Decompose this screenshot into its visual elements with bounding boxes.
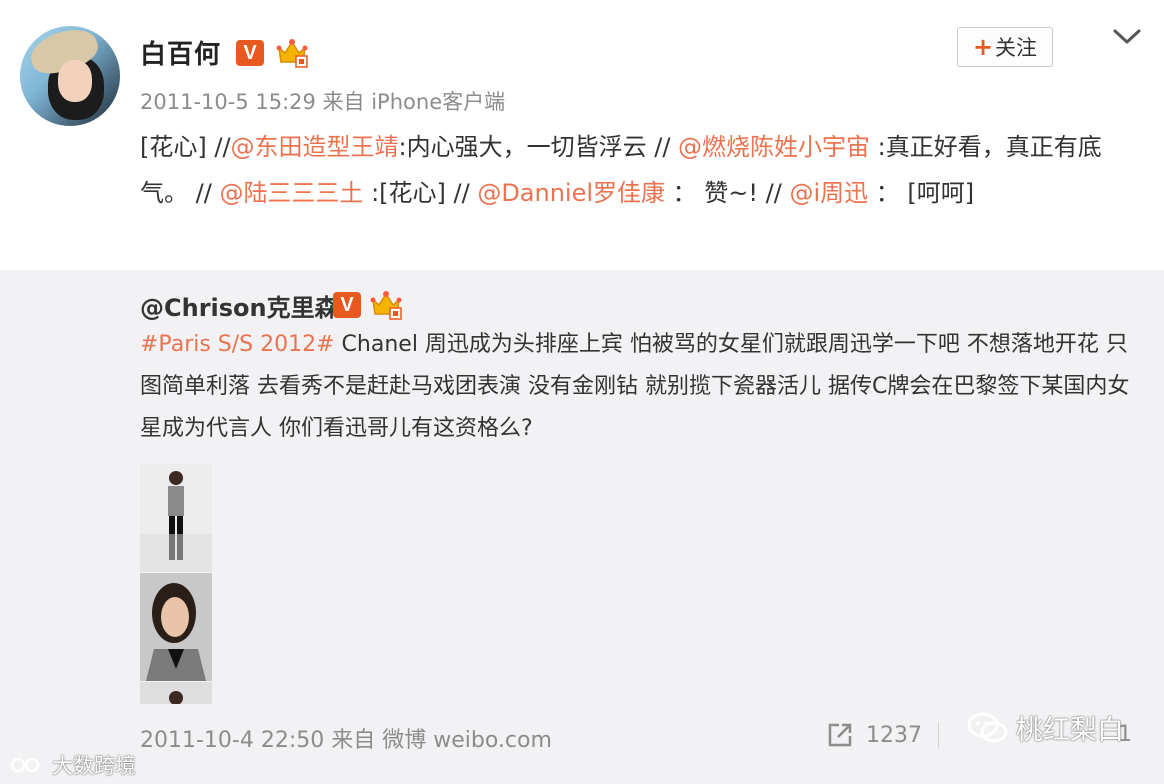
post-text-segment: [花心] // <box>140 133 231 161</box>
post-text-segment: :[花心] // <box>363 179 478 207</box>
post-text-segment: ： [呵呵] <box>868 179 975 207</box>
post-text: [花心] //@东田造型王靖:内心强大，一切皆浮云 // @燃烧陈姓小宇宙 :真… <box>140 124 1140 216</box>
hashtag-link[interactable]: #Paris S/S 2012# <box>140 332 335 357</box>
photo-thumbnail[interactable] <box>140 464 212 572</box>
share-count: 1237 <box>866 722 922 748</box>
plus-icon: + <box>972 33 994 61</box>
v-badge-icon: V <box>333 292 361 318</box>
bottom-watermark: 大数跨境 <box>10 750 136 780</box>
logo-icon <box>10 757 40 773</box>
avatar[interactable] <box>20 26 120 126</box>
mention-link[interactable]: @i周迅 <box>789 179 868 207</box>
share-icon <box>828 723 852 747</box>
wechat-icon <box>967 712 1008 742</box>
post-text-segment: ： 赞~! // <box>665 179 790 207</box>
v-badge-icon: V <box>236 40 264 66</box>
photo-thumbnail[interactable] <box>140 682 212 704</box>
author-name[interactable]: 白百何 <box>140 34 221 71</box>
crown-icon <box>370 291 402 320</box>
post-text-segment: :内心强大，一切皆浮云 // <box>398 133 679 161</box>
divider <box>938 722 939 748</box>
chevron-down-icon[interactable] <box>1112 26 1142 48</box>
post-meta[interactable]: 2011-10-5 15:29 来自 iPhone客户端 <box>140 86 505 116</box>
mention-link[interactable]: @Danniel罗佳康 <box>477 179 665 207</box>
repost-author[interactable]: @Chrison克里森 <box>140 288 339 323</box>
repost-card: @Chrison克里森 V #Paris S/S 2012# Chanel 周迅… <box>0 270 1164 784</box>
wechat-watermark: 桃红梨白 <box>966 708 1124 747</box>
mention-link[interactable]: @东田造型王靖 <box>231 133 399 161</box>
photo-thumbnail[interactable] <box>140 573 212 681</box>
repost-text: #Paris S/S 2012# Chanel 周迅成为头排座上宾 怕被骂的女星… <box>140 324 1140 450</box>
share-button[interactable]: 1237 <box>826 718 922 752</box>
follow-button[interactable]: +关注 <box>957 27 1053 67</box>
mention-link[interactable]: @燃烧陈姓小宇宙 <box>678 133 870 161</box>
crown-icon <box>276 39 308 68</box>
follow-label: 关注 <box>995 36 1038 60</box>
mention-link[interactable]: @陆三三三土 <box>219 179 363 207</box>
weibo-post: 白百何 V +关注 2011-10-5 15:29 来自 iPhone客户端 [… <box>0 0 1164 270</box>
repost-meta[interactable]: 2011-10-4 22:50 来自 微博 weibo.com <box>140 722 552 754</box>
